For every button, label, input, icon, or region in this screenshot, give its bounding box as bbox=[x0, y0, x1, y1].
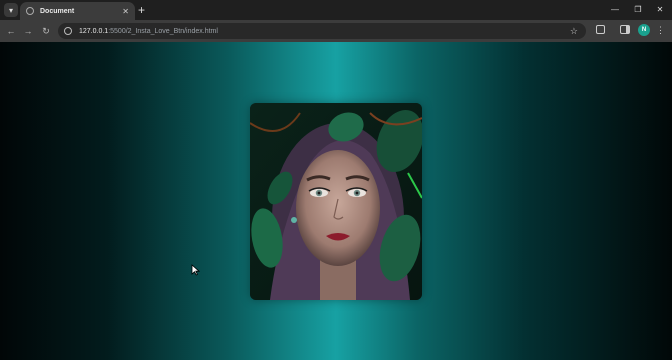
site-info-icon[interactable] bbox=[64, 27, 72, 35]
tab-search-button[interactable]: ▾ bbox=[4, 3, 18, 17]
restore-icon[interactable]: ❐ bbox=[628, 3, 648, 17]
new-tab-button[interactable]: + bbox=[138, 3, 145, 17]
side-panel-icon[interactable] bbox=[620, 25, 630, 34]
page-viewport bbox=[0, 42, 672, 360]
forward-arrow-icon[interactable]: → bbox=[22, 25, 34, 37]
tab-document[interactable]: Document ✕ bbox=[20, 2, 135, 20]
portrait-illustration bbox=[250, 103, 422, 300]
address-bar[interactable]: 127.0.0.1:5500/2_Insta_Love_Btn/index.ht… bbox=[58, 23, 586, 39]
globe-icon bbox=[26, 7, 34, 15]
back-arrow-icon[interactable]: ← bbox=[5, 25, 17, 37]
bookmark-star-icon[interactable]: ☆ bbox=[570, 26, 578, 37]
portrait-image bbox=[250, 103, 422, 300]
tab-title: Document bbox=[40, 7, 75, 15]
close-window-icon[interactable]: ✕ bbox=[650, 3, 670, 17]
profile-avatar[interactable]: N bbox=[638, 24, 650, 36]
mouse-cursor-icon bbox=[191, 264, 200, 276]
more-menu-icon[interactable]: ⋮ bbox=[656, 25, 665, 35]
url-host: 127.0.0.1 bbox=[79, 27, 109, 35]
minimize-icon[interactable]: — bbox=[605, 3, 625, 17]
chevron-down-icon: ▾ bbox=[8, 5, 13, 15]
url-path: :5500/2_Insta_Love_Btn/index.html bbox=[108, 27, 218, 35]
extensions-icon[interactable] bbox=[596, 25, 605, 34]
reload-icon[interactable]: ↻ bbox=[40, 25, 52, 37]
url-text: 127.0.0.1:5500/2_Insta_Love_Btn/index.ht… bbox=[79, 28, 218, 35]
tab-strip: ▾ Document ✕ + — ❐ ✕ bbox=[0, 0, 672, 20]
browser-toolbar: ← → ↻ 127.0.0.1:5500/2_Insta_Love_Btn/in… bbox=[0, 20, 672, 42]
close-icon[interactable]: ✕ bbox=[122, 7, 129, 16]
